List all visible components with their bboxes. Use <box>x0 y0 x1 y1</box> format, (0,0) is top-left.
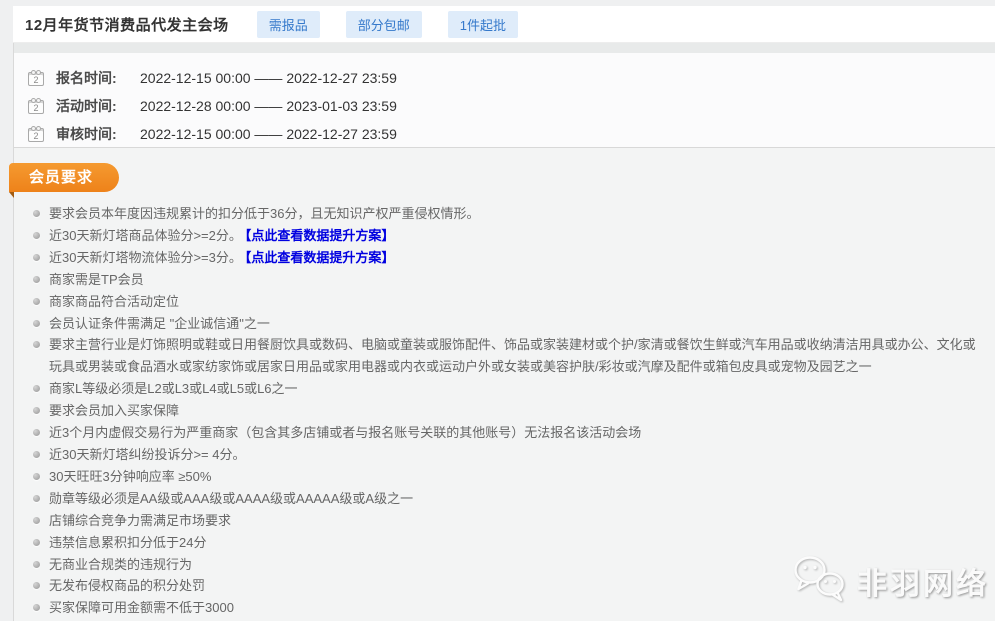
requirement-item: 商家需是TP会员 <box>33 269 987 291</box>
schedule-label: 审核时间: <box>56 124 124 144</box>
requirement-item: 无商业合规类的违规行为 <box>33 554 987 576</box>
requirement-item: 店铺综合竞争力需满足市场要求 <box>33 510 987 532</box>
calendar-icon: 2 <box>28 72 44 86</box>
requirement-item: 无发布侵权商品的积分处罚 <box>33 575 987 597</box>
requirement-item: 要求会员加入买家保障 <box>33 400 987 422</box>
requirement-item: 商家L等级必须是L2或L3或L4或L5或L6之一 <box>33 378 987 400</box>
schedule-row-activity: 2 活动时间: 2022-12-28 00:00 —— 2023-01-03 2… <box>28 92 995 120</box>
title-bar: 12月年货节消费品代发主会场 需报品 部分包邮 1件起批 <box>13 6 995 43</box>
badge-partial-free-shipping: 部分包邮 <box>346 11 422 38</box>
data-improvement-link[interactable]: 【点此查看数据提升方案】 <box>245 228 395 243</box>
schedule-value: 2022-12-28 00:00 —— 2023-01-03 23:59 <box>140 98 397 114</box>
requirement-item: 商家商品符合活动定位 <box>33 291 987 313</box>
requirement-item: 30天旺旺3分钟响应率 ≥50% <box>33 466 987 488</box>
page-title: 12月年货节消费品代发主会场 <box>25 14 229 35</box>
ribbon-fold <box>9 192 14 198</box>
schedule-panel: 2 报名时间: 2022-12-15 00:00 —— 2022-12-27 2… <box>14 53 995 148</box>
schedule-label: 报名时间: <box>56 68 124 88</box>
separator-band <box>14 43 995 53</box>
requirement-item: 买家保障可用金额需不低于3000 <box>33 597 987 619</box>
requirement-item: 近30天新灯塔物流体验分>=3分。【点此查看数据提升方案】 <box>33 247 987 269</box>
schedule-row-review: 2 审核时间: 2022-12-15 00:00 —— 2022-12-27 2… <box>28 120 995 148</box>
page: 12月年货节消费品代发主会场 需报品 部分包邮 1件起批 2 报名时间: 202… <box>0 0 995 621</box>
badge-min-batch: 1件起批 <box>448 11 518 38</box>
requirement-item: 违禁信息累积扣分低于24分 <box>33 532 987 554</box>
badge-group: 需报品 部分包邮 1件起批 <box>257 11 518 38</box>
requirement-item: 会员认证条件需满足 "企业诚信通"之一 <box>33 313 987 335</box>
requirement-item: 近30天新灯塔商品体验分>=2分。【点此查看数据提升方案】 <box>33 225 987 247</box>
requirement-item: 近30天新灯塔纠纷投诉分>= 4分。 <box>33 444 987 466</box>
requirements-list: 要求会员本年度因违规累计的扣分低于36分，且无知识产权严重侵权情形。 近30天新… <box>33 203 987 619</box>
calendar-icon: 2 <box>28 128 44 142</box>
schedule-value: 2022-12-15 00:00 —— 2022-12-27 23:59 <box>140 126 397 142</box>
requirement-item: 要求会员本年度因违规累计的扣分低于36分，且无知识产权严重侵权情形。 <box>33 203 987 225</box>
section-title-ribbon: 会员要求 <box>9 163 119 192</box>
schedule-row-signup: 2 报名时间: 2022-12-15 00:00 —— 2022-12-27 2… <box>28 64 995 92</box>
badge-need-report: 需报品 <box>257 11 320 38</box>
schedule-value: 2022-12-15 00:00 —— 2022-12-27 23:59 <box>140 70 397 86</box>
schedule-label: 活动时间: <box>56 96 124 116</box>
requirement-item: 要求主营行业是灯饰照明或鞋或日用餐厨饮具或数码、电脑或童装或服饰配件、饰品或家装… <box>33 334 987 378</box>
calendar-icon: 2 <box>28 100 44 114</box>
requirement-item: 勋章等级必须是AA级或AAA级或AAAA级或AAAAA级或A级之一 <box>33 488 987 510</box>
requirement-item: 近3个月内虚假交易行为严重商家（包含其多店铺或者与报名账号关联的其他账号）无法报… <box>33 422 987 444</box>
data-improvement-link[interactable]: 【点此查看数据提升方案】 <box>245 250 395 265</box>
